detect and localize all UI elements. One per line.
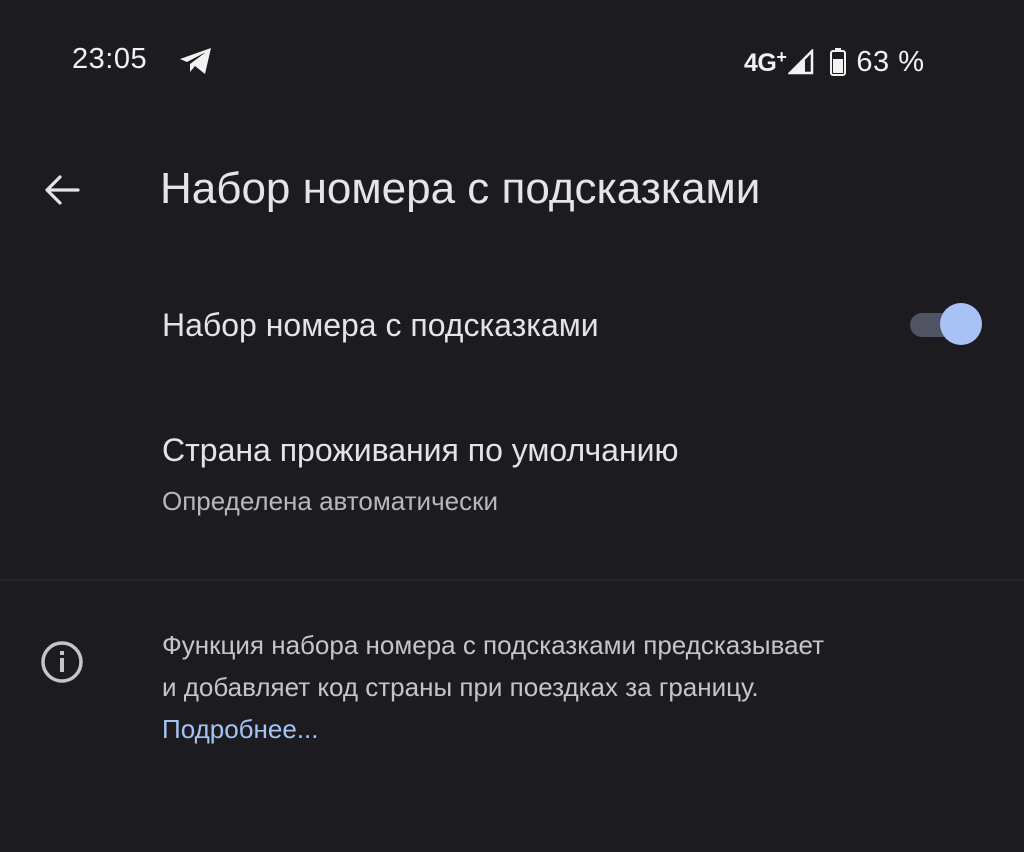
assisted-dialing-row[interactable]: Набор номера с подсказками [0,270,1024,380]
status-bar: 23:05 4G+ 63 % [0,0,1024,120]
back-button[interactable] [30,162,94,218]
info-line-2: и добавляет код страны при поездках за г… [162,672,759,702]
default-country-label: Страна проживания по умолчанию [162,432,679,468]
assisted-dialing-switch[interactable] [908,303,982,347]
assisted-dialing-label: Набор номера с подсказками [162,307,599,343]
telegram-icon [180,48,211,74]
page-title: Набор номера с подсказками [160,164,761,213]
battery-percentage: 63 % [856,45,925,78]
settings-screen: 23:05 4G+ 63 % Набор номера с подсказкам… [0,0,1024,852]
status-time: 23:05 [72,43,148,75]
battery-icon [830,48,847,76]
arrow-back-icon [45,175,80,205]
info-line-1: Функция набора номера с подсказками пред… [162,630,825,660]
info-description: Функция набора номера с подсказками пред… [162,624,1002,750]
switch-thumb [940,303,982,345]
signal-icon [788,49,814,75]
default-country-value: Определена автоматически [162,486,498,516]
status-indicators: 4G+ 63 % [744,44,924,80]
section-divider [0,579,1024,581]
default-country-row[interactable]: Страна проживания по умолчанию Определен… [0,410,1024,550]
learn-more-link[interactable]: Подробнее... [162,708,319,750]
network-type: 4G+ [744,46,787,77]
info-icon [41,641,83,683]
